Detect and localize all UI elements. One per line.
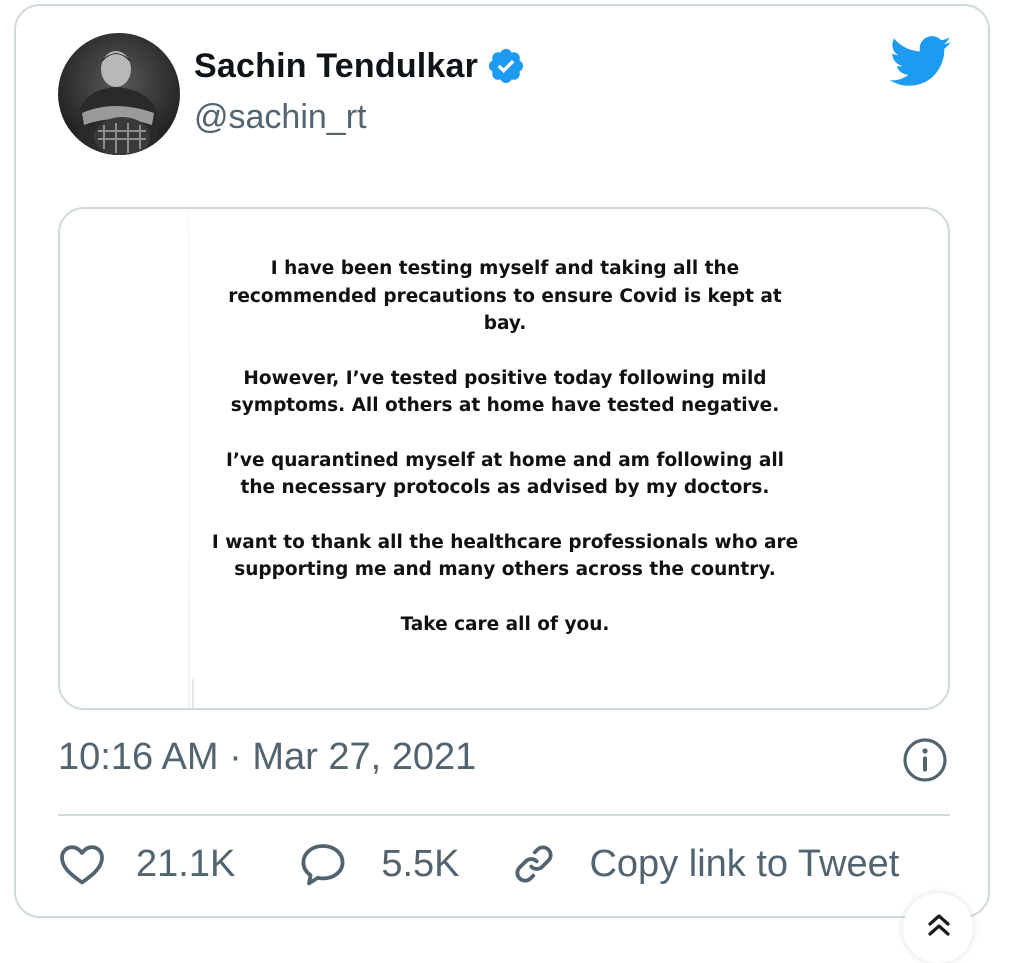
info-icon[interactable]	[902, 737, 948, 788]
divider	[58, 814, 950, 816]
link-icon	[515, 845, 554, 883]
statement-paragraph: I want to thank all the healthcare profe…	[211, 531, 799, 581]
scroll-to-top-button[interactable]	[903, 893, 973, 963]
reply-button[interactable]: 5.5K	[299, 841, 511, 887]
reply-count: 5.5K	[381, 842, 460, 885]
twitter-bird-icon[interactable]	[889, 36, 952, 93]
statement-paragraph: However, I’ve tested positive today foll…	[230, 367, 780, 417]
like-button[interactable]: 21.1K	[58, 842, 299, 886]
tweet-timestamp[interactable]: 10:16 AM · Mar 27, 2021	[58, 736, 476, 779]
statement-paragraph: I’ve quarantined myself at home and am f…	[226, 449, 784, 499]
statement-paragraph: I have been testing myself and taking al…	[228, 258, 782, 334]
author-display-name[interactable]: Sachin Tendulkar	[194, 47, 478, 86]
statement-paragraph: Take care all of you.	[400, 613, 610, 635]
statement-text: I have been testing myself and taking al…	[210, 255, 800, 638]
avatar-photo-icon	[58, 33, 180, 155]
media-border-mark	[192, 679, 194, 708]
media-border-shade	[188, 209, 190, 708]
tweet-media-image[interactable]: I have been testing myself and taking al…	[58, 207, 950, 710]
like-count: 21.1K	[136, 842, 236, 885]
reply-bubble-icon	[301, 844, 345, 886]
tweet-actions: 21.1K 5.5K Copy link to Tweet	[58, 841, 899, 887]
copy-link-label: Copy link to Tweet	[589, 842, 900, 885]
verified-badge-icon	[486, 46, 526, 86]
author-handle[interactable]: @sachin_rt	[194, 98, 366, 137]
tweet-card: Sachin Tendulkar @sachin_rt I have been …	[14, 4, 990, 918]
copy-link-button[interactable]: Copy link to Tweet	[511, 841, 899, 887]
heart-icon	[60, 845, 104, 885]
author-name-row: Sachin Tendulkar	[194, 46, 526, 86]
double-chevron-up-icon	[928, 914, 950, 936]
avatar[interactable]	[58, 33, 180, 155]
